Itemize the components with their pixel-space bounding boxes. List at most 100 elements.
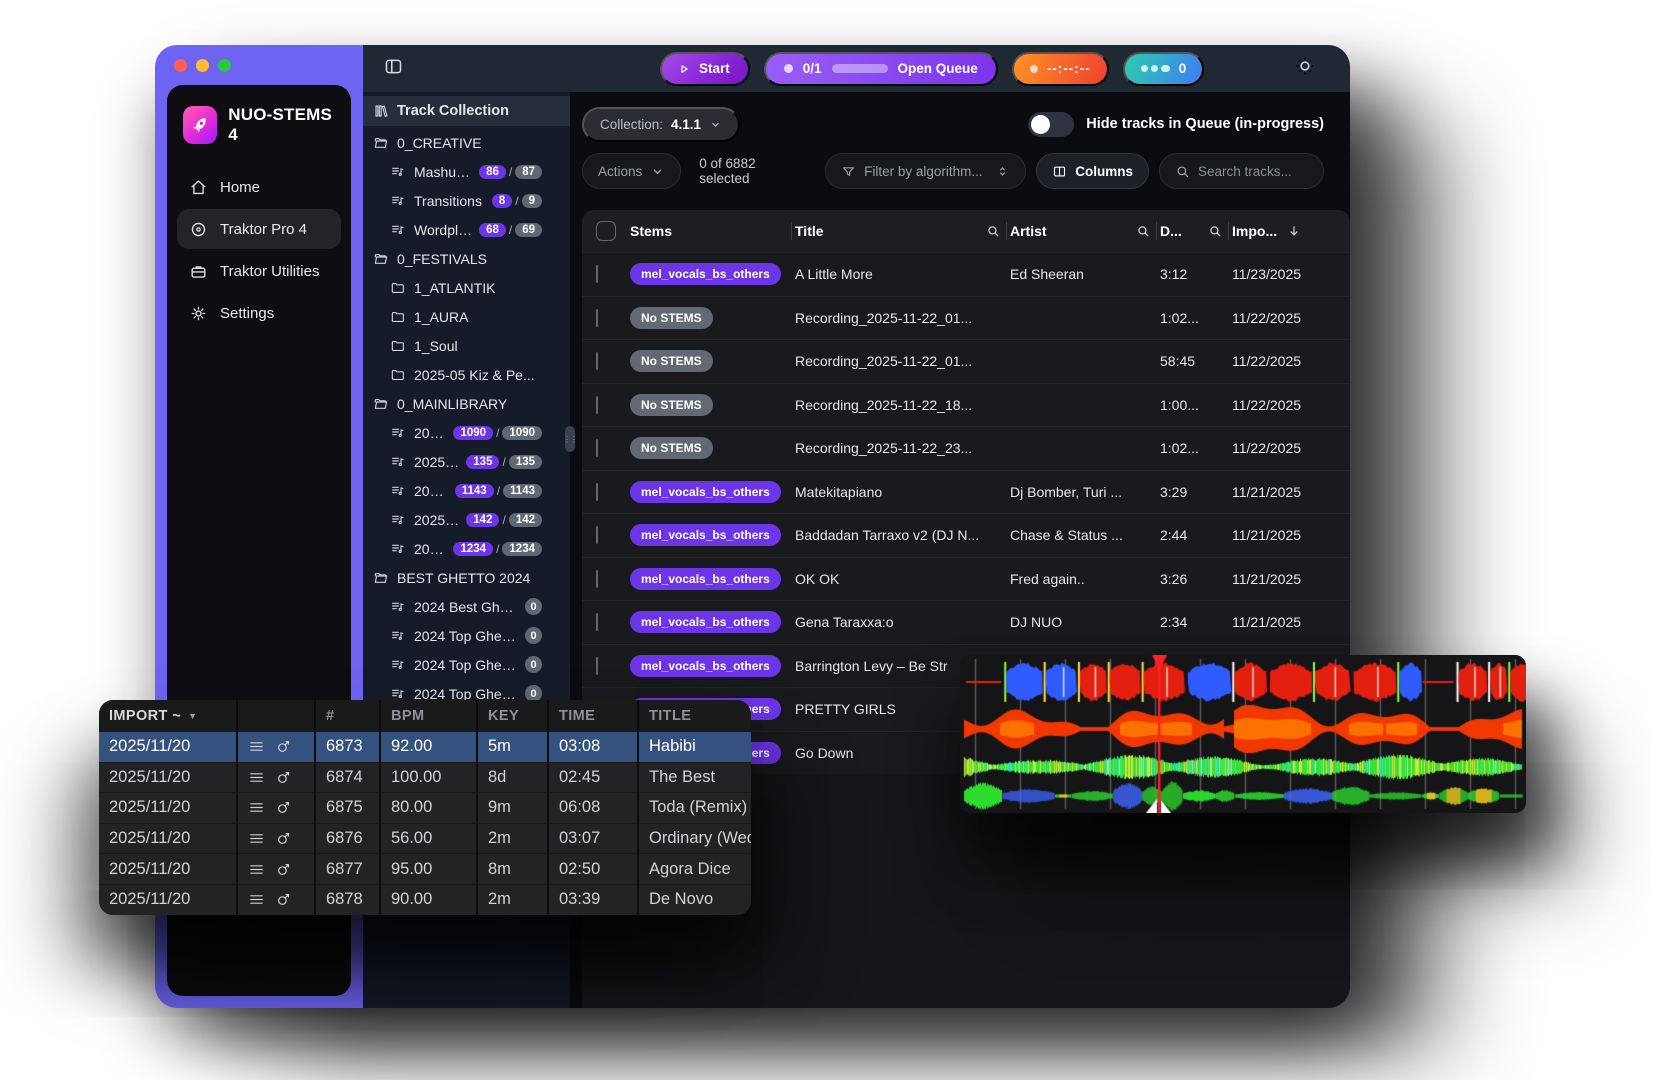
tree-item[interactable]: Wordplays68/69 <box>363 215 570 244</box>
app-logo-rocket-icon <box>183 106 217 144</box>
panel-resize-handle[interactable]: ⋮⋮ <box>565 426 575 452</box>
import-time: 06:08 <box>547 792 637 823</box>
collection-selector[interactable]: Collection: 4.1.1 <box>582 107 740 142</box>
column-header-bpm[interactable]: BPM <box>379 700 476 731</box>
folder-open-icon <box>373 396 389 412</box>
tree-item[interactable]: 0_MAINLIBRARY <box>363 389 570 418</box>
tree-item[interactable]: 0_CREATIVE <box>363 128 570 157</box>
track-row[interactable]: No STEMSRecording_2025-11-22_01...1:02..… <box>582 296 1350 340</box>
import-table-header: IMPORT ~▼ # BPM KEY TIME TITLE <box>99 700 751 731</box>
actions-button[interactable]: Actions <box>582 153 681 189</box>
row-checkbox[interactable] <box>596 396 598 414</box>
row-checkbox[interactable] <box>596 439 598 457</box>
counter-pill[interactable]: 0 <box>1123 52 1205 86</box>
tree-item-track-collection[interactable]: Track Collection <box>363 96 570 126</box>
stems-waveform-canvas[interactable] <box>960 655 1526 813</box>
folder-icon <box>390 280 406 296</box>
columns-button[interactable]: Columns <box>1036 153 1149 189</box>
track-imported-date: 11/22/2025 <box>1232 440 1350 456</box>
track-row[interactable]: No STEMSRecording_2025-11-22_18...1:00..… <box>582 383 1350 427</box>
tree-item[interactable]: 1_Soul <box>363 331 570 360</box>
tree-item[interactable]: 2025-05 Kiz & Pe... <box>363 360 570 389</box>
import-row[interactable]: 2025/11/20687890.002m03:39De Novo <box>99 884 751 915</box>
algorithm-filter-select[interactable]: Filter by algorithm... <box>825 153 1026 189</box>
chevron-down-icon <box>650 164 665 179</box>
track-row[interactable]: mel_vocals_bs_othersOK OKFred again..3:2… <box>582 557 1350 601</box>
tree-item[interactable]: BEST GHETTO 2024 <box>363 563 570 592</box>
tree-item[interactable]: 2024 Top Ghett...0 <box>363 621 570 650</box>
import-row[interactable]: 2025/11/20687795.008m02:50Agora Dice <box>99 853 751 884</box>
columns-label: Columns <box>1075 164 1133 179</box>
close-button[interactable] <box>174 59 187 72</box>
row-checkbox[interactable] <box>596 483 598 501</box>
track-title: Recording_2025-11-22_23... <box>795 440 1010 456</box>
search-box[interactable] <box>1159 153 1324 189</box>
sort-triangle-icon: ▼ <box>188 711 197 721</box>
import-row[interactable]: 2025/11/206874100.008d02:45The Best <box>99 762 751 793</box>
column-header-number[interactable]: # <box>314 700 379 731</box>
link-icon <box>275 738 292 755</box>
row-checkbox[interactable] <box>596 613 598 631</box>
column-header-import[interactable]: IMPORT ~▼ <box>99 700 236 731</box>
tree-item[interactable]: 2025-11...1234/1234 <box>363 534 570 563</box>
timer-pill[interactable]: --:--:-- <box>1012 52 1109 86</box>
tree-item[interactable]: 2024 Top Ghett...0 <box>363 650 570 679</box>
column-header-imported[interactable]: Impo... <box>1232 210 1350 252</box>
hide-tracks-toggle[interactable] <box>1028 112 1074 137</box>
row-checkbox[interactable] <box>596 657 598 675</box>
track-row[interactable]: No STEMSRecording_2025-11-22_01...58:451… <box>582 339 1350 383</box>
minimize-button[interactable] <box>196 59 209 72</box>
row-checkbox[interactable] <box>596 265 598 283</box>
tree-item[interactable]: 2025-061143/1143 <box>363 476 570 505</box>
tree-item[interactable]: 1_ATLANTIK <box>363 273 570 302</box>
select-all-checkbox[interactable] <box>596 221 616 241</box>
sidebar-item-traktor-utilities[interactable]: Traktor Utilities <box>177 251 341 291</box>
sidebar-toggle-icon[interactable] <box>383 56 404 82</box>
track-row[interactable]: mel_vocals_bs_othersBaddadan Tarraxo v2 … <box>582 513 1350 557</box>
brightness-sun-icon[interactable] <box>1294 55 1316 82</box>
start-button[interactable]: Start <box>660 52 750 86</box>
sidebar-item-traktor-pro-4[interactable]: Traktor Pro 4 <box>177 209 341 249</box>
stems-count-badge: 86 <box>479 165 506 179</box>
folder-icon <box>390 367 406 383</box>
tree-item[interactable]: 1_AURA <box>363 302 570 331</box>
tree-item[interactable]: 2025-06 ...142/142 <box>363 505 570 534</box>
search-input[interactable] <box>1198 164 1308 179</box>
row-checkbox[interactable] <box>596 352 598 370</box>
column-header-duration[interactable]: D... <box>1160 210 1232 252</box>
tree-item[interactable]: 0_FESTIVALS <box>363 244 570 273</box>
row-checkbox[interactable] <box>596 570 598 588</box>
tree-item[interactable]: Transitions8/9 <box>363 186 570 215</box>
column-header-time[interactable]: TIME <box>547 700 637 731</box>
tree-item[interactable]: 2025-04 ...135/135 <box>363 447 570 476</box>
import-row[interactable]: 2025/11/20687656.002m03:07Ordinary (Wedd… <box>99 823 751 854</box>
track-row[interactable]: mel_vocals_bs_othersMatekitapianoDj Bomb… <box>582 470 1350 514</box>
track-imported-date: 11/22/2025 <box>1232 353 1350 369</box>
track-row[interactable]: mel_vocals_bs_othersA Little MoreEd Shee… <box>582 252 1350 296</box>
track-count-badges: 1143/1143 <box>449 484 542 498</box>
track-row[interactable]: mel_vocals_bs_othersGena Taraxxa:oDJ NUO… <box>582 600 1350 644</box>
import-row[interactable]: 2025/11/20687580.009m06:08Toda (Remix) <box>99 792 751 823</box>
import-title: Agora Dice <box>637 853 751 884</box>
sidebar-item-settings[interactable]: Settings <box>177 293 341 333</box>
column-header-key[interactable]: KEY <box>476 700 547 731</box>
row-checkbox[interactable] <box>596 526 598 544</box>
total-count-badge: 1143 <box>503 484 542 498</box>
waveform-panel[interactable] <box>960 655 1526 813</box>
open-queue-button[interactable]: 0/1 Open Queue <box>764 52 998 86</box>
row-checkbox[interactable] <box>596 309 598 327</box>
tree-item[interactable]: Mashup 186/87 <box>363 157 570 186</box>
column-header-stems[interactable]: Stems <box>630 210 795 252</box>
track-row[interactable]: No STEMSRecording_2025-11-22_23...1:02..… <box>582 426 1350 470</box>
column-header-title[interactable]: Title <box>795 210 1010 252</box>
import-row[interactable]: 2025/11/20687392.005m03:08Habibi <box>99 731 751 762</box>
sidebar-item-home[interactable]: Home <box>177 167 341 207</box>
zoom-button[interactable] <box>218 59 231 72</box>
track-imported-date: 11/22/2025 <box>1232 397 1350 413</box>
tree-item[interactable]: 2024 Best Ghett...0 <box>363 592 570 621</box>
hide-tracks-group: Hide tracks in Queue (in-progress) <box>1028 112 1324 137</box>
window-controls <box>155 45 363 85</box>
tree-item[interactable]: 2025-...1090/1090 <box>363 418 570 447</box>
column-header-track-title[interactable]: TITLE <box>637 700 751 731</box>
column-header-artist[interactable]: Artist <box>1010 210 1160 252</box>
